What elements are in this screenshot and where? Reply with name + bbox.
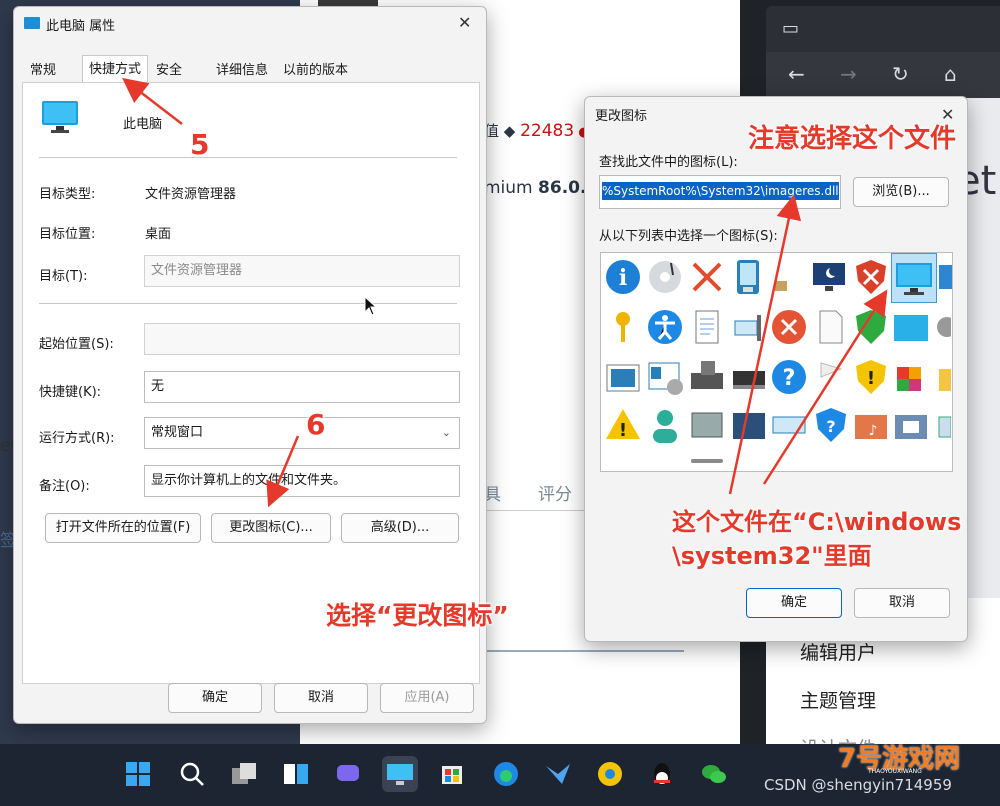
search-icon[interactable] bbox=[174, 756, 210, 792]
wechat-icon[interactable] bbox=[696, 756, 732, 792]
step-6-label: 6 bbox=[306, 408, 326, 441]
note-file-location-2: \system32"里面 bbox=[672, 542, 872, 570]
note-choose-change-icon: 选择“更改图标” bbox=[326, 601, 509, 630]
site-logo: 7号游戏网 THAOYOUXIWANG bbox=[838, 744, 961, 775]
chat-icon[interactable] bbox=[330, 756, 366, 792]
edge-icon[interactable] bbox=[488, 756, 524, 792]
arrow-to-path bbox=[728, 194, 802, 495]
chrome-icon[interactable] bbox=[592, 756, 628, 792]
arrow-to-change-icon bbox=[266, 435, 300, 508]
qq-icon[interactable] bbox=[644, 756, 680, 792]
step-5-label: 5 bbox=[190, 128, 210, 161]
feishu-icon[interactable] bbox=[540, 756, 576, 792]
note-select-file: 注意选择这个文件 bbox=[748, 124, 957, 154]
arrow-to-icon bbox=[762, 289, 888, 485]
arrow-to-shortcut-tab bbox=[122, 77, 183, 125]
store-icon[interactable] bbox=[434, 756, 470, 792]
widgets-icon[interactable] bbox=[278, 756, 314, 792]
task-view-icon[interactable] bbox=[226, 756, 262, 792]
note-file-location-1: 这个文件在“C:\windows bbox=[672, 508, 962, 536]
start-icon[interactable] bbox=[120, 756, 156, 792]
this-pc-taskbar-icon[interactable] bbox=[382, 756, 418, 792]
